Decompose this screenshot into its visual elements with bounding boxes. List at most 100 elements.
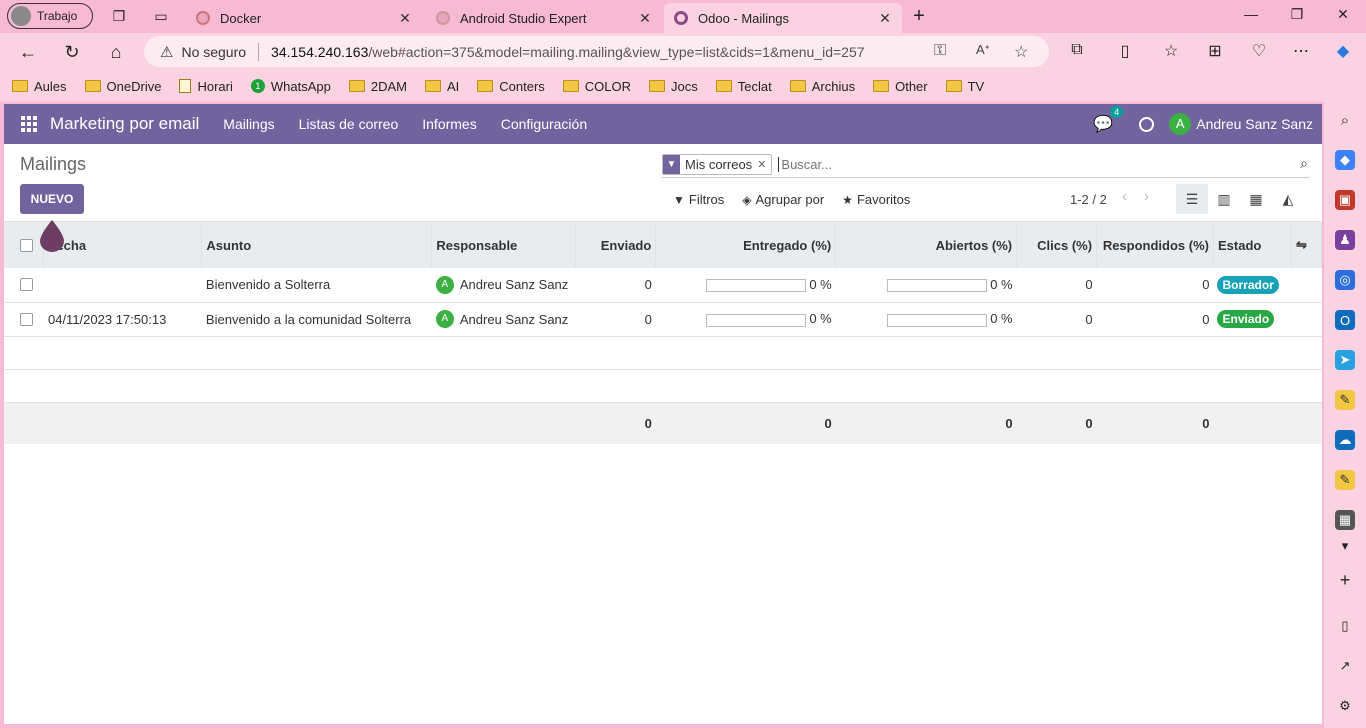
bookmark-teclat[interactable]: Teclat bbox=[715, 79, 772, 94]
tab-odoo-mailings[interactable]: Odoo - Mailings ✕ bbox=[664, 3, 902, 33]
bookmark-2dam[interactable]: 2DAM bbox=[348, 79, 407, 94]
pager-prev-icon[interactable]: ‹ bbox=[1122, 188, 1127, 205]
collections-icon[interactable]: ⊞ bbox=[1204, 41, 1226, 63]
key-icon[interactable]: ⚿ bbox=[934, 42, 946, 60]
col-respondidos[interactable]: Respondidos (%) bbox=[1096, 222, 1214, 268]
tab-actions-icon[interactable]: ▭ bbox=[152, 7, 170, 25]
restore-icon[interactable]: ❐ bbox=[1287, 6, 1307, 26]
search-icon[interactable]: ⌕ bbox=[1335, 110, 1355, 130]
list-view-icon[interactable]: ☰ bbox=[1176, 184, 1208, 214]
kanban-view-icon[interactable]: ▥ bbox=[1208, 184, 1240, 214]
pager-next-icon[interactable]: › bbox=[1144, 188, 1149, 205]
menu-mailings[interactable]: Mailings bbox=[223, 116, 274, 132]
table-row[interactable]: Bienvenido a Solterra A Andreu Sanz Sanz … bbox=[4, 268, 1322, 302]
read-aloud-icon[interactable]: Aᐩ bbox=[976, 42, 990, 58]
close-tab-icon[interactable]: ✕ bbox=[638, 10, 652, 27]
activity-clock-icon[interactable] bbox=[1139, 116, 1155, 132]
outlook-icon[interactable]: O bbox=[1335, 310, 1355, 330]
app-name[interactable]: Marketing por email bbox=[50, 114, 199, 134]
apps-grid-icon[interactable] bbox=[21, 116, 37, 132]
col-clics[interactable]: Clics (%) bbox=[1016, 222, 1098, 268]
send-icon[interactable]: ➤ bbox=[1335, 350, 1355, 370]
sidebar-toggle-icon[interactable]: ▯ bbox=[1335, 616, 1355, 636]
col-estado[interactable]: Estado bbox=[1213, 222, 1292, 268]
extensions-icon[interactable]: ⧉ bbox=[1066, 41, 1088, 63]
notes-icon[interactable]: ✎ bbox=[1335, 470, 1355, 490]
bookmark-color[interactable]: COLOR bbox=[562, 79, 631, 94]
col-enviado[interactable]: Enviado bbox=[575, 222, 657, 268]
whatsapp-icon: 1 bbox=[250, 79, 265, 93]
games-icon[interactable]: ♟ bbox=[1335, 230, 1355, 250]
row-checkbox[interactable] bbox=[20, 312, 33, 326]
new-button[interactable]: NUEVO bbox=[20, 184, 84, 214]
chevron-down-icon[interactable]: ▾ bbox=[1335, 536, 1355, 556]
filters-button[interactable]: ▼ Filtros bbox=[673, 192, 724, 207]
new-tab-icon[interactable]: + bbox=[910, 5, 928, 27]
chat-icon[interactable]: 💬 4 bbox=[1093, 106, 1124, 134]
tab-docker[interactable]: Docker ✕ bbox=[186, 3, 422, 33]
col-asunto[interactable]: Asunto bbox=[201, 222, 433, 268]
m365-icon[interactable]: ◎ bbox=[1335, 270, 1355, 290]
copilot-icon[interactable]: ◆ bbox=[1332, 41, 1354, 63]
user-name[interactable]: Andreu Sanz Sanz bbox=[1196, 116, 1313, 132]
pager-value[interactable]: 1-2 / 2 bbox=[1070, 192, 1107, 207]
menu-reports[interactable]: Informes bbox=[422, 116, 476, 132]
cell-respondidos: 0 bbox=[1202, 277, 1210, 293]
bookmark-tv[interactable]: TV bbox=[945, 79, 984, 94]
close-tab-icon[interactable]: ✕ bbox=[398, 10, 412, 27]
back-icon[interactable]: ← bbox=[16, 40, 40, 64]
bookmark-ai[interactable]: AI bbox=[424, 79, 459, 94]
favorites-button[interactable]: ★ Favoritos bbox=[842, 192, 910, 207]
col-entregado[interactable]: Entregado (%) bbox=[655, 222, 837, 268]
table-row[interactable]: 04/11/2023 17:50:13 Bienvenido a la comu… bbox=[4, 302, 1322, 336]
col-fecha[interactable]: Fecha bbox=[43, 222, 203, 268]
bookmark-conters[interactable]: Conters bbox=[477, 79, 545, 94]
toolbox-icon[interactable]: ▣ bbox=[1335, 190, 1355, 210]
bookmark-whatsapp[interactable]: 1 WhatsApp bbox=[250, 79, 331, 94]
select-all-checkbox[interactable] bbox=[20, 238, 33, 252]
graph-view-icon[interactable]: ◭ bbox=[1272, 184, 1304, 214]
menu-mailing-lists[interactable]: Listas de correo bbox=[299, 116, 399, 132]
close-window-icon[interactable]: ✕ bbox=[1333, 6, 1353, 26]
optional-columns-icon[interactable]: ⇋ bbox=[1291, 222, 1322, 268]
bookmark-archius[interactable]: Archius bbox=[789, 79, 855, 94]
home-icon[interactable]: ⌂ bbox=[104, 40, 128, 64]
security-label[interactable]: No seguro bbox=[181, 44, 246, 60]
refresh-icon[interactable]: ↻ bbox=[60, 40, 84, 64]
onedrive-icon[interactable]: ☁ bbox=[1335, 430, 1355, 450]
address-bar[interactable]: ⚠ No seguro 34.154.240.163/web#action=37… bbox=[144, 36, 1049, 67]
col-abiertos[interactable]: Abiertos (%) bbox=[835, 222, 1018, 268]
bookmark-aules[interactable]: Aules bbox=[12, 79, 67, 94]
calendar-view-icon[interactable]: ▦ bbox=[1240, 184, 1272, 214]
menu-configuration[interactable]: Configuración bbox=[501, 116, 587, 132]
minimize-icon[interactable]: — bbox=[1241, 6, 1261, 26]
search-icon[interactable]: ⌕ bbox=[1300, 155, 1308, 172]
workspaces-icon[interactable]: ❐ bbox=[110, 7, 128, 25]
notes-icon[interactable]: ✎ bbox=[1335, 390, 1355, 410]
browser-essentials-icon[interactable]: ♡ bbox=[1248, 41, 1270, 63]
more-menu-icon[interactable]: ⋯ bbox=[1290, 41, 1312, 63]
settings-gear-icon[interactable]: ⚙ bbox=[1335, 696, 1355, 716]
close-tab-icon[interactable]: ✕ bbox=[878, 10, 892, 27]
col-responsable[interactable]: Responsable bbox=[431, 222, 577, 268]
docker-favicon-icon bbox=[196, 11, 210, 25]
remove-facet-icon[interactable]: ✕ bbox=[757, 158, 771, 171]
split-screen-icon[interactable]: ▯ bbox=[1114, 41, 1136, 63]
favorite-star-icon[interactable]: ☆ bbox=[1014, 42, 1028, 62]
bookmark-onedrive[interactable]: OneDrive bbox=[84, 79, 161, 94]
warning-icon[interactable]: ⚠ bbox=[160, 43, 173, 61]
user-avatar[interactable]: A bbox=[1169, 113, 1192, 135]
bookmark-jocs[interactable]: Jocs bbox=[649, 79, 698, 94]
bookmark-other[interactable]: Other bbox=[873, 79, 928, 94]
favorites-icon[interactable]: ☆ bbox=[1160, 41, 1182, 63]
group-by-button[interactable]: ◈ Agrupar por bbox=[742, 192, 824, 207]
row-checkbox[interactable] bbox=[20, 278, 33, 292]
tab-android-studio[interactable]: Android Studio Expert ✕ bbox=[426, 3, 662, 33]
tag-icon[interactable]: ◆ bbox=[1335, 150, 1355, 170]
external-link-icon[interactable]: ↗ bbox=[1335, 656, 1355, 676]
search-input[interactable] bbox=[778, 156, 1279, 172]
calculator-icon[interactable]: ▦ bbox=[1335, 510, 1355, 530]
profile-button[interactable]: Trabajo bbox=[7, 3, 93, 29]
bookmark-horari[interactable]: Horari bbox=[179, 79, 233, 94]
add-icon[interactable]: + bbox=[1335, 570, 1355, 590]
